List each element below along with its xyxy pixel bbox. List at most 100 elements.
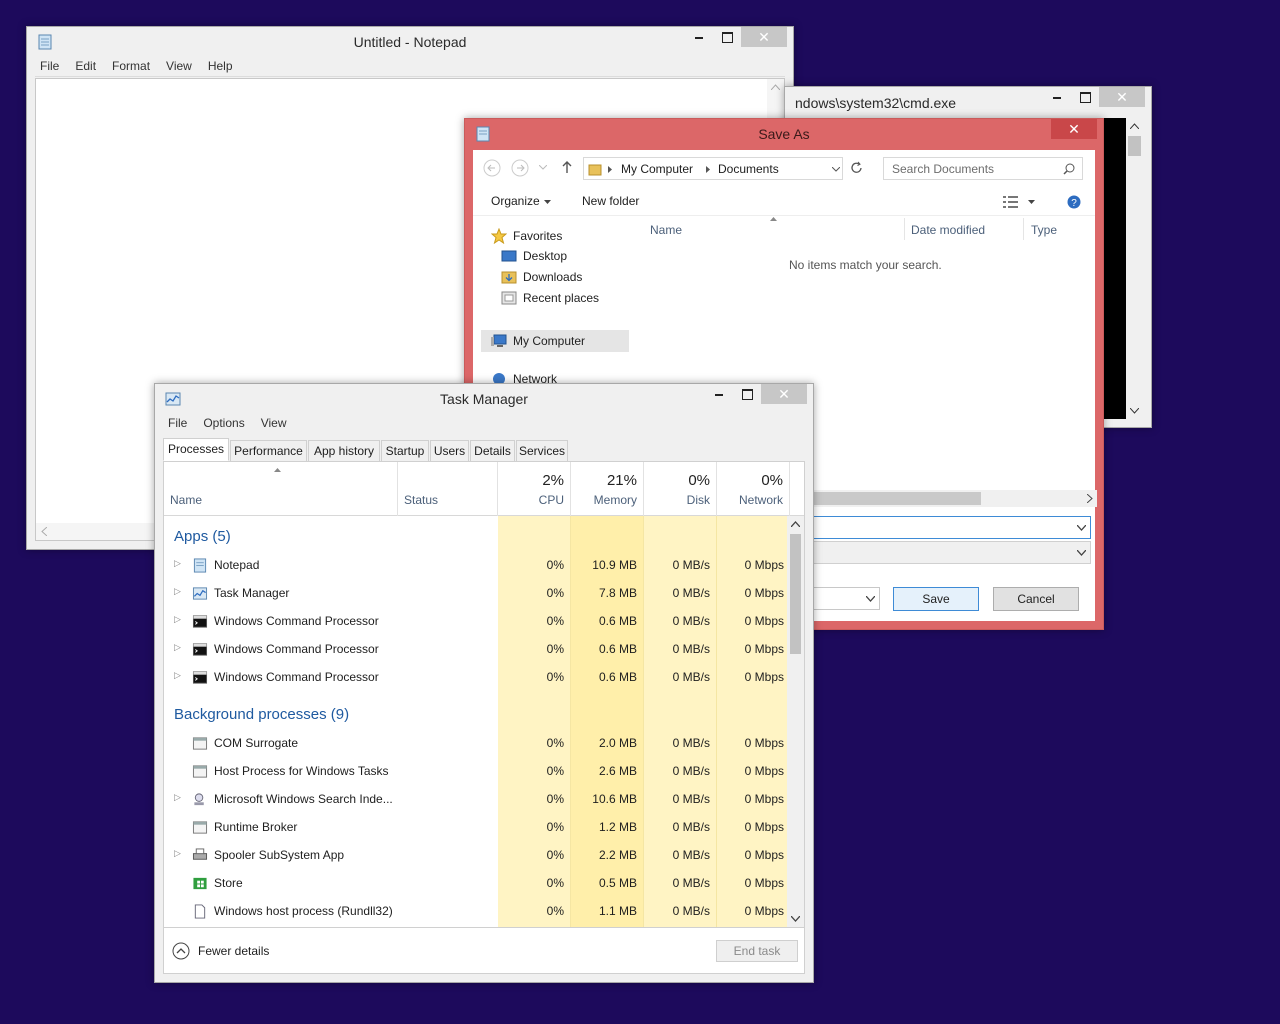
expand-icon[interactable]: ▷ [174,670,181,681]
scroll-thumb[interactable] [790,534,801,654]
scroll-left-icon[interactable] [41,527,47,536]
minimize-icon[interactable] [1043,87,1071,107]
save-button[interactable]: Save [893,587,979,611]
horizontal-scrollbar[interactable] [813,490,1097,507]
vertical-scrollbar[interactable] [1126,118,1143,419]
chevron-down-icon[interactable] [1077,525,1086,531]
process-row[interactable]: ▷ Task Manager 0% 7.8 MB 0 MB/s 0 Mbps [164,580,790,608]
process-row[interactable]: ▷ Windows Command Processor 0% 0.6 MB 0 MB/s… [164,608,790,636]
search-icon[interactable] [1063,163,1075,175]
file-name-input[interactable] [813,516,1091,539]
nav-desktop[interactable]: Desktop [501,249,567,263]
encoding-select[interactable] [813,587,880,610]
maximize-icon[interactable] [713,27,741,47]
process-row[interactable]: ▷ Spooler SubSystem App 0% 2.2 MB 0 MB/s 0 Mb… [164,842,790,870]
expand-icon[interactable]: ▷ [174,848,181,859]
nav-downloads[interactable]: Downloads [501,270,582,284]
chevron-down-icon[interactable] [1077,550,1086,556]
nav-recent-places[interactable]: Recent places [501,291,599,305]
minimize-icon[interactable] [685,27,713,47]
column-type[interactable]: Type [1031,223,1057,237]
end-task-button[interactable]: End task [716,940,798,962]
menu-view[interactable]: View [161,57,197,76]
maximize-icon[interactable] [1071,87,1099,107]
close-button[interactable]: ✕ [1051,119,1097,139]
column-cpu[interactable]: 2% CPU [498,462,571,516]
tab-processes[interactable]: Processes [163,438,229,461]
apps-group-header[interactable]: Apps (5) [174,528,231,545]
tab-performance[interactable]: Performance [230,440,307,462]
task-manager-window[interactable]: Task Manager ✕ File Options View Process… [154,383,814,983]
expand-icon[interactable]: ▷ [174,558,181,569]
vertical-scrollbar[interactable] [787,516,804,927]
chevron-down-icon[interactable] [866,596,875,602]
menu-view[interactable]: View [256,414,292,434]
process-row[interactable]: Windows host process (Rundll32) 0% 1.1 MB 0… [164,898,790,926]
scroll-up-icon[interactable] [1130,123,1139,129]
notepad-titlebar[interactable]: Untitled - Notepad ✕ [27,27,793,57]
process-row[interactable]: ▷ Notepad 0% 10.9 MB 0 MB/s 0 Mbps [164,552,790,580]
scroll-thumb[interactable] [813,492,981,505]
column-memory[interactable]: 21% Memory [571,462,644,516]
process-row[interactable]: ▷ Windows Command Processor 0% 0.6 MB 0 MB/s… [164,636,790,664]
expand-icon[interactable]: ▷ [174,586,181,597]
scroll-up-icon[interactable] [791,521,800,527]
process-row[interactable]: Host Process for Windows Tasks 0% 2.6 MB 0 … [164,758,790,786]
scroll-up-icon[interactable] [771,84,780,90]
background-group-header[interactable]: Background processes (9) [174,706,349,723]
maximize-icon[interactable] [733,384,761,404]
process-row[interactable]: Store 0% 0.5 MB 0 MB/s 0 Mbps [164,870,790,898]
menu-options[interactable]: Options [198,414,249,434]
minimize-icon[interactable] [705,384,733,404]
save-as-type-select[interactable] [813,541,1091,564]
back-icon[interactable] [483,159,501,177]
fewer-details-button[interactable]: Fewer details [172,942,269,960]
close-button[interactable]: ✕ [761,384,807,404]
menu-edit[interactable]: Edit [70,57,101,76]
scroll-down-icon[interactable] [791,916,800,922]
column-name[interactable]: Name [650,223,682,237]
process-row[interactable]: Runtime Broker 0% 1.2 MB 0 MB/s 0 Mbps [164,814,790,842]
tab-users[interactable]: Users [430,440,469,462]
close-button[interactable]: ✕ [1099,87,1145,107]
close-button[interactable]: ✕ [741,27,787,47]
scroll-thumb[interactable] [1128,136,1141,156]
process-row[interactable]: ▷ Windows Command Processor 0% 0.6 MB 0 MB/s… [164,664,790,692]
expand-icon[interactable]: ▷ [174,642,181,653]
menu-file[interactable]: File [35,57,64,76]
breadcrumb-my-computer[interactable]: My Computer [621,162,693,176]
chevron-down-icon[interactable] [1028,200,1035,204]
expand-icon[interactable]: ▷ [174,792,181,803]
cmd-titlebar[interactable]: ndows\system32\cmd.exe ✕ [785,87,1151,117]
nav-favorites[interactable]: Favorites [491,228,562,244]
process-row[interactable]: COM Surrogate 0% 2.0 MB 0 MB/s 0 Mbps [164,730,790,758]
chevron-down-icon[interactable] [832,167,840,172]
search-box[interactable]: Search Documents [883,157,1083,180]
forward-icon[interactable] [511,159,529,177]
recent-locations-icon[interactable] [539,165,547,170]
task-manager-titlebar[interactable]: Task Manager ✕ [155,384,813,414]
view-options-icon[interactable] [1003,196,1019,208]
column-network[interactable]: 0% Network [717,462,790,516]
column-date-modified[interactable]: Date modified [911,223,985,237]
help-icon[interactable]: ? [1067,195,1081,209]
cancel-button[interactable]: Cancel [993,587,1079,611]
tab-details[interactable]: Details [470,440,515,462]
address-bar[interactable]: My Computer Documents [583,157,843,180]
menu-help[interactable]: Help [203,57,238,76]
save-as-titlebar[interactable]: Save As ✕ [465,119,1103,149]
scroll-right-icon[interactable] [1087,494,1093,503]
tab-services[interactable]: Services [516,440,568,462]
organize-button[interactable]: Organize [491,194,540,208]
up-icon[interactable] [561,160,573,174]
nav-my-computer[interactable]: My Computer [481,330,629,352]
tab-startup[interactable]: Startup [381,440,429,462]
new-folder-button[interactable]: New folder [582,194,639,208]
column-name[interactable]: Name [164,462,398,516]
scroll-down-icon[interactable] [1130,408,1139,414]
process-row[interactable]: ▷ Microsoft Windows Search Inde... 0% 10.6 … [164,786,790,814]
column-disk[interactable]: 0% Disk [644,462,717,516]
menu-file[interactable]: File [163,414,192,434]
expand-icon[interactable]: ▷ [174,614,181,625]
breadcrumb-documents[interactable]: Documents [718,162,779,176]
